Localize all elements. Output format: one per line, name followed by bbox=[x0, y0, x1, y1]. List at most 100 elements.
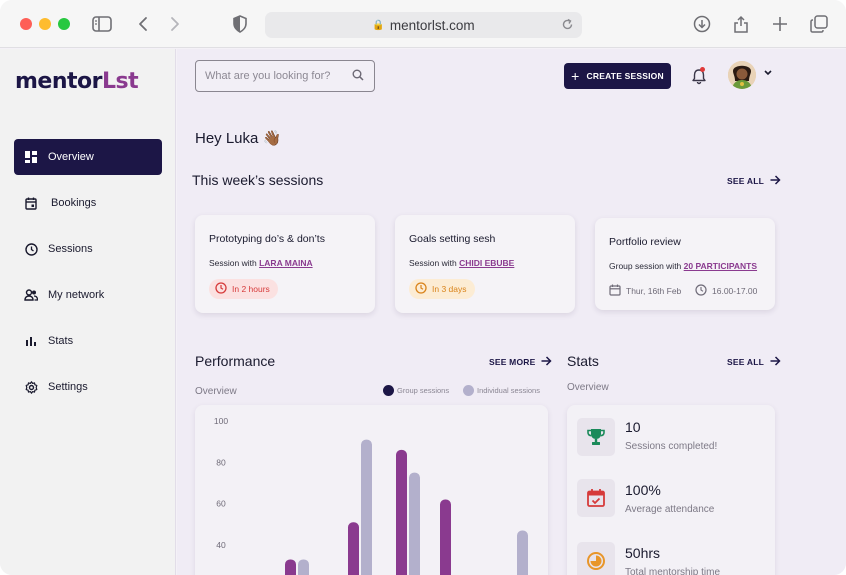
sidebar-item-stats[interactable]: Stats bbox=[14, 323, 162, 359]
session-with-prefix: Session with bbox=[409, 258, 457, 268]
session-card[interactable]: Goals setting sesh Session with CHIDI EB… bbox=[395, 215, 575, 313]
bar-group-sessions[interactable] bbox=[285, 559, 296, 575]
search-icon[interactable] bbox=[352, 69, 364, 84]
time-badge-label: In 3 days bbox=[432, 284, 467, 294]
session-with-prefix: Group session with bbox=[609, 261, 682, 271]
sidebar-item-bookings[interactable]: Bookings bbox=[14, 185, 162, 221]
new-tab-icon[interactable] bbox=[770, 14, 790, 34]
session-card[interactable]: Prototyping do’s & don’ts Session with L… bbox=[195, 215, 375, 313]
clock-icon bbox=[695, 284, 707, 298]
bar-group-sessions[interactable] bbox=[396, 449, 407, 575]
session-date-label: Thur, 16th Feb bbox=[626, 286, 682, 296]
gear-icon bbox=[24, 380, 38, 394]
plus-icon: + bbox=[571, 68, 580, 84]
time-badge: In 3 days bbox=[409, 279, 475, 299]
session-card[interactable]: Portfolio review Group session with 20 P… bbox=[595, 218, 775, 310]
clock-icon bbox=[215, 282, 227, 296]
maximize-window-button[interactable] bbox=[58, 18, 70, 30]
session-date: Thur, 16th Feb bbox=[609, 284, 681, 298]
create-session-button[interactable]: + CREATE SESSION bbox=[564, 63, 671, 89]
shield-icon[interactable] bbox=[230, 14, 250, 34]
stats-heading: Stats bbox=[567, 353, 599, 369]
performance-see-more-link[interactable]: SEE MORE bbox=[489, 355, 553, 369]
stat-label: Sessions completed! bbox=[625, 441, 718, 452]
sessions-heading: This week’s sessions bbox=[192, 172, 324, 188]
legend-group-sessions: Group sessions bbox=[383, 385, 449, 396]
app-logo[interactable]: mentorLst bbox=[15, 69, 139, 94]
greeting-text: Hey Luka 👋🏾 bbox=[195, 130, 282, 147]
clock-icon bbox=[24, 242, 38, 256]
bar-individual-sessions[interactable] bbox=[298, 559, 309, 575]
browser-toolbar: 🔒 mentorlst.com bbox=[0, 0, 846, 48]
mentor-link[interactable]: CHIDI EBUBE bbox=[459, 258, 514, 268]
arrow-right-icon bbox=[541, 355, 553, 369]
bar-individual-sessions[interactable] bbox=[361, 439, 372, 575]
see-more-label: SEE MORE bbox=[489, 357, 536, 367]
stat-label: Average attendance bbox=[625, 504, 715, 515]
stats-see-all-link[interactable]: SEE ALL bbox=[727, 355, 781, 369]
lock-icon: 🔒 bbox=[372, 19, 385, 31]
performance-chart-panel: 100 80 60 40 bbox=[195, 405, 548, 575]
legend-label: Individual sessions bbox=[477, 386, 540, 395]
y-tick-label: 60 bbox=[216, 499, 226, 509]
sidebar-item-label: Stats bbox=[48, 335, 74, 347]
create-session-label: CREATE SESSION bbox=[586, 71, 664, 81]
timer-icon bbox=[577, 542, 615, 575]
bar-individual-sessions[interactable] bbox=[517, 530, 528, 575]
legend-label: Group sessions bbox=[397, 386, 450, 395]
sessions-see-all-link[interactable]: SEE ALL bbox=[727, 174, 781, 188]
bar-individual-sessions[interactable] bbox=[409, 472, 420, 575]
sidebar-toggle-icon[interactable] bbox=[92, 14, 112, 34]
sidebar-item-settings[interactable]: Settings bbox=[14, 369, 162, 405]
minimize-window-button[interactable] bbox=[39, 18, 51, 30]
user-avatar[interactable] bbox=[728, 61, 756, 89]
reload-icon[interactable] bbox=[561, 18, 574, 34]
sidebar-item-label: Settings bbox=[48, 381, 88, 393]
sidebar-item-my-network[interactable]: My network bbox=[14, 277, 162, 313]
performance-overview-label: Overview bbox=[195, 386, 237, 397]
session-title: Portfolio review bbox=[609, 236, 681, 248]
main-content: What are you looking for? + CREATE SESSI… bbox=[177, 49, 846, 575]
share-icon[interactable] bbox=[731, 14, 751, 34]
sidebar: mentorLst Overview Bookings Sessions My … bbox=[0, 49, 176, 575]
forward-icon[interactable] bbox=[165, 14, 185, 34]
close-window-button[interactable] bbox=[20, 18, 32, 30]
performance-chart: 100 80 60 40 bbox=[214, 416, 528, 575]
mentor-link[interactable]: LARA MAINA bbox=[259, 258, 313, 268]
stat-value: 10 bbox=[625, 419, 641, 435]
back-icon[interactable] bbox=[133, 14, 153, 34]
session-with-prefix: Session with bbox=[209, 258, 257, 268]
calendar-check-icon bbox=[577, 479, 615, 517]
sidebar-item-label: Bookings bbox=[51, 197, 97, 209]
search-placeholder: What are you looking for? bbox=[205, 70, 331, 82]
chevron-down-icon[interactable] bbox=[763, 69, 773, 80]
trophy-icon bbox=[577, 418, 615, 456]
sidebar-item-overview[interactable]: Overview bbox=[14, 139, 162, 175]
arrow-right-icon bbox=[770, 174, 781, 188]
browser-window: 🔒 mentorlst.com mentorLst Overview Booki… bbox=[0, 0, 846, 575]
notification-bell-icon[interactable] bbox=[691, 67, 707, 85]
legend-swatch bbox=[383, 385, 394, 396]
participants-link[interactable]: 20 PARTICIPANTS bbox=[684, 261, 757, 271]
session-with: Session with CHIDI EBUBE bbox=[409, 258, 514, 268]
see-all-label: SEE ALL bbox=[727, 176, 764, 186]
sidebar-item-label: My network bbox=[48, 289, 105, 301]
search-input[interactable]: What are you looking for? bbox=[195, 60, 375, 92]
session-with: Group session with 20 PARTICIPANTS bbox=[609, 261, 757, 271]
sidebar-item-label: Overview bbox=[48, 151, 94, 163]
stat-label: Total mentorship time bbox=[625, 567, 721, 575]
see-all-label: SEE ALL bbox=[727, 357, 764, 367]
performance-heading: Performance bbox=[195, 353, 276, 369]
address-bar[interactable]: 🔒 mentorlst.com bbox=[265, 12, 582, 38]
bar-group-sessions[interactable] bbox=[440, 499, 451, 575]
dashboard-icon bbox=[24, 150, 38, 164]
bar-group-sessions[interactable] bbox=[348, 522, 359, 575]
sidebar-item-label: Sessions bbox=[48, 243, 93, 255]
download-icon[interactable] bbox=[692, 14, 712, 34]
stat-value: 50hrs bbox=[625, 545, 661, 561]
people-icon bbox=[24, 288, 38, 302]
sidebar-item-sessions[interactable]: Sessions bbox=[14, 231, 162, 267]
tabs-overview-icon[interactable] bbox=[809, 14, 829, 34]
y-tick-label: 100 bbox=[214, 416, 228, 426]
stats-overview-label: Overview bbox=[567, 382, 609, 393]
